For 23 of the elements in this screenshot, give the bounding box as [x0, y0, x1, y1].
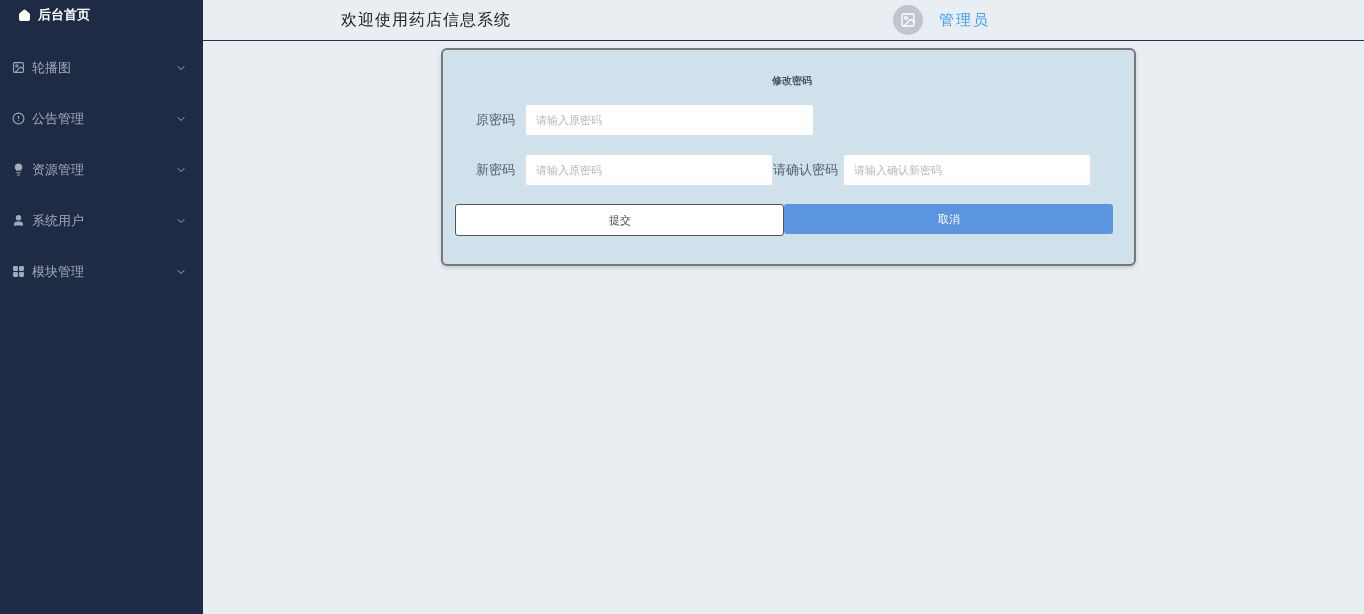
lightbulb-icon	[12, 163, 25, 176]
field-label: 请确认密码	[773, 161, 839, 179]
password-field[interactable]: 请输入确认新密码	[843, 154, 1091, 186]
submit-button[interactable]: 提交	[455, 204, 784, 236]
sidebar-item[interactable]: 后台首页	[0, 0, 203, 30]
sidebar-item[interactable]: 模块管理	[0, 246, 203, 297]
home-icon	[18, 8, 31, 22]
grid-icon	[12, 265, 25, 278]
user-icon	[12, 214, 25, 227]
alert-circle-icon	[12, 112, 25, 125]
image-icon	[900, 12, 916, 28]
sidebar-item[interactable]: 系统用户	[0, 195, 203, 246]
avatar[interactable]	[893, 5, 923, 35]
page-title: 欢迎使用药店信息系统	[341, 9, 512, 31]
field-label: 原密码	[475, 111, 516, 129]
form-title: 修改密码	[770, 74, 813, 88]
sidebar-item[interactable]: 公告管理	[0, 93, 203, 144]
password-field[interactable]: 请输入原密码	[525, 154, 773, 186]
image-icon	[12, 61, 25, 74]
sidebar-item[interactable]: 轮播图	[0, 42, 203, 93]
field-label: 新密码	[475, 161, 516, 179]
password-field[interactable]: 请输入原密码	[525, 104, 814, 136]
sidebar-item[interactable]: 资源管理	[0, 144, 203, 195]
